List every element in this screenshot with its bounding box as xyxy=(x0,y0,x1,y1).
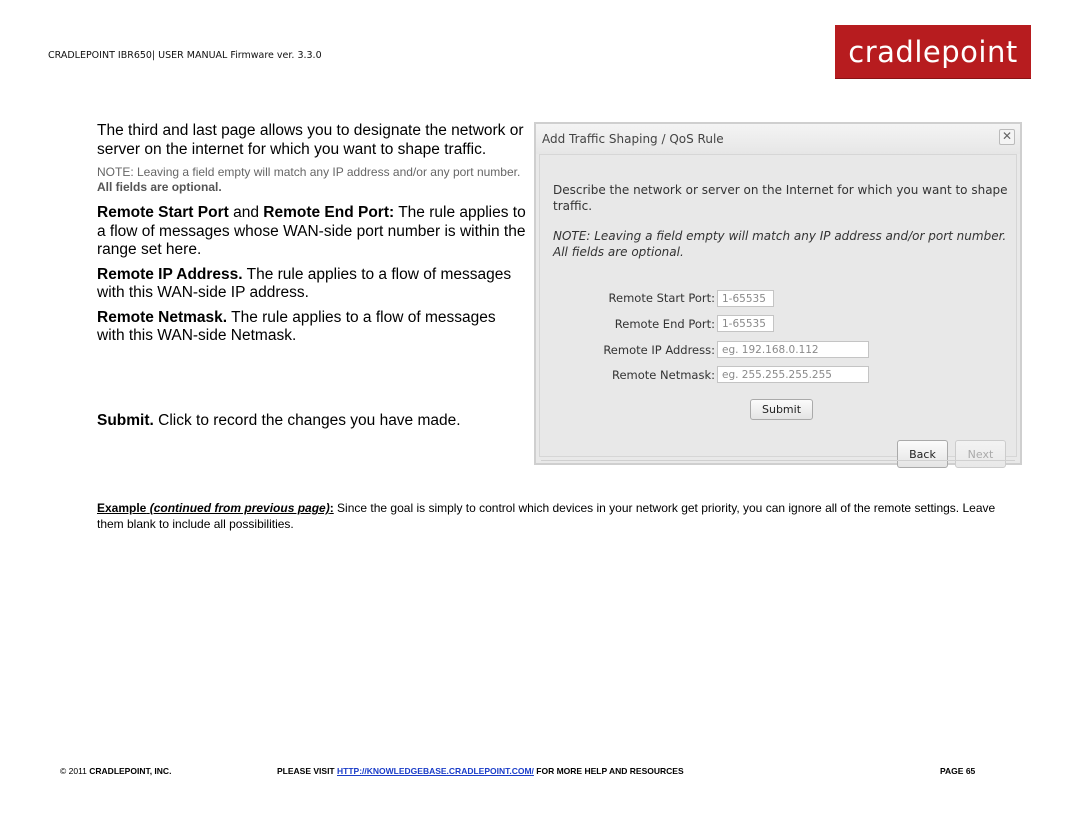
note-paragraph: NOTE: Leaving a field empty will match a… xyxy=(97,165,527,195)
page-number: PAGE 65 xyxy=(940,766,976,776)
ports-paragraph: Remote Start Port and Remote End Port: T… xyxy=(97,204,527,260)
close-icon[interactable]: ✕ xyxy=(999,129,1015,145)
visit-prefix: PLEASE VISIT xyxy=(277,766,337,776)
remote-start-port-label: Remote Start Port: xyxy=(608,291,715,305)
dialog-body: Describe the network or server on the In… xyxy=(539,154,1017,468)
visit-suffix: FOR MORE HELP AND RESOURCES xyxy=(533,766,684,776)
remote-end-port-input[interactable] xyxy=(717,315,774,332)
term-remote-ip: Remote IP Address. xyxy=(97,265,243,283)
netmask-paragraph: Remote Netmask. The rule applies to a fl… xyxy=(97,309,527,346)
back-button[interactable]: Back xyxy=(897,440,948,468)
example-paren: (continued from previous page) xyxy=(149,501,330,515)
manual-title: CRADLEPOINT IBR650| USER MANUAL Firmware… xyxy=(48,50,322,61)
footer-copyright: © 2011 CRADLEPOINT, INC. xyxy=(60,766,171,776)
dialog-title: Add Traffic Shaping / QoS Rule xyxy=(542,132,724,146)
term-remote-start-port: Remote Start Port xyxy=(97,204,229,221)
company-name: CRADLEPOINT, INC. xyxy=(89,766,172,776)
cradlepoint-logo: cradlepoint xyxy=(835,25,1031,78)
ports-and: and xyxy=(228,204,264,221)
remote-netmask-input[interactable] xyxy=(717,366,869,383)
intro-paragraph: The third and last page allows you to de… xyxy=(97,122,524,158)
footer-visit: PLEASE VISIT HTTP://KNOWLEDGEBASE.CRADLE… xyxy=(277,766,684,776)
instructions-column: The third and last page allows you to de… xyxy=(97,122,527,352)
ip-paragraph: Remote IP Address. The rule applies to a… xyxy=(97,266,527,303)
dialog-divider xyxy=(541,460,1015,461)
remote-start-port-input[interactable] xyxy=(717,290,774,307)
form-row-remote-netmask: Remote Netmask: xyxy=(540,366,715,384)
dialog-note: NOTE: Leaving a field empty will match a… xyxy=(553,229,1007,259)
remote-ip-input[interactable] xyxy=(717,341,869,358)
dialog-description: Describe the network or server on the In… xyxy=(553,183,1008,213)
term-remote-end-port: Remote End Port: xyxy=(263,204,395,221)
note-bold: All fields are optional. xyxy=(97,180,222,194)
logo-text: cradlepoint xyxy=(848,34,1018,69)
qos-rule-dialog: Add Traffic Shaping / QoS Rule ✕ Describ… xyxy=(534,122,1022,468)
remote-ip-label: Remote IP Address: xyxy=(603,343,715,357)
copyright-prefix: © 2011 xyxy=(60,766,90,776)
remote-netmask-label: Remote Netmask: xyxy=(612,368,715,382)
submit-button[interactable]: Submit xyxy=(750,399,813,420)
example-label: Example (continued from previous page): xyxy=(97,501,334,515)
form-row-remote-end-port: Remote End Port: xyxy=(540,315,715,333)
submit-paragraph: Submit. Click to record the changes you … xyxy=(97,412,461,430)
form-row-remote-start-port: Remote Start Port: xyxy=(540,289,715,307)
term-remote-netmask: Remote Netmask. xyxy=(97,308,228,326)
next-button[interactable]: Next xyxy=(955,440,1006,468)
example-word: Example xyxy=(97,501,147,515)
note-text: NOTE: Leaving a field empty will match a… xyxy=(97,165,521,179)
knowledgebase-link[interactable]: HTTP://KNOWLEDGEBASE.CRADLEPOINT.COM/ xyxy=(337,766,534,776)
term-submit: Submit. xyxy=(97,412,154,429)
submit-description: Click to record the changes you have mad… xyxy=(153,412,461,429)
example-paragraph: Example (continued from previous page): … xyxy=(97,501,997,532)
form-row-remote-ip: Remote IP Address: xyxy=(540,341,715,359)
dialog-titlebar: Add Traffic Shaping / QoS Rule ✕ xyxy=(536,124,1020,154)
remote-end-port-label: Remote End Port: xyxy=(614,317,715,331)
